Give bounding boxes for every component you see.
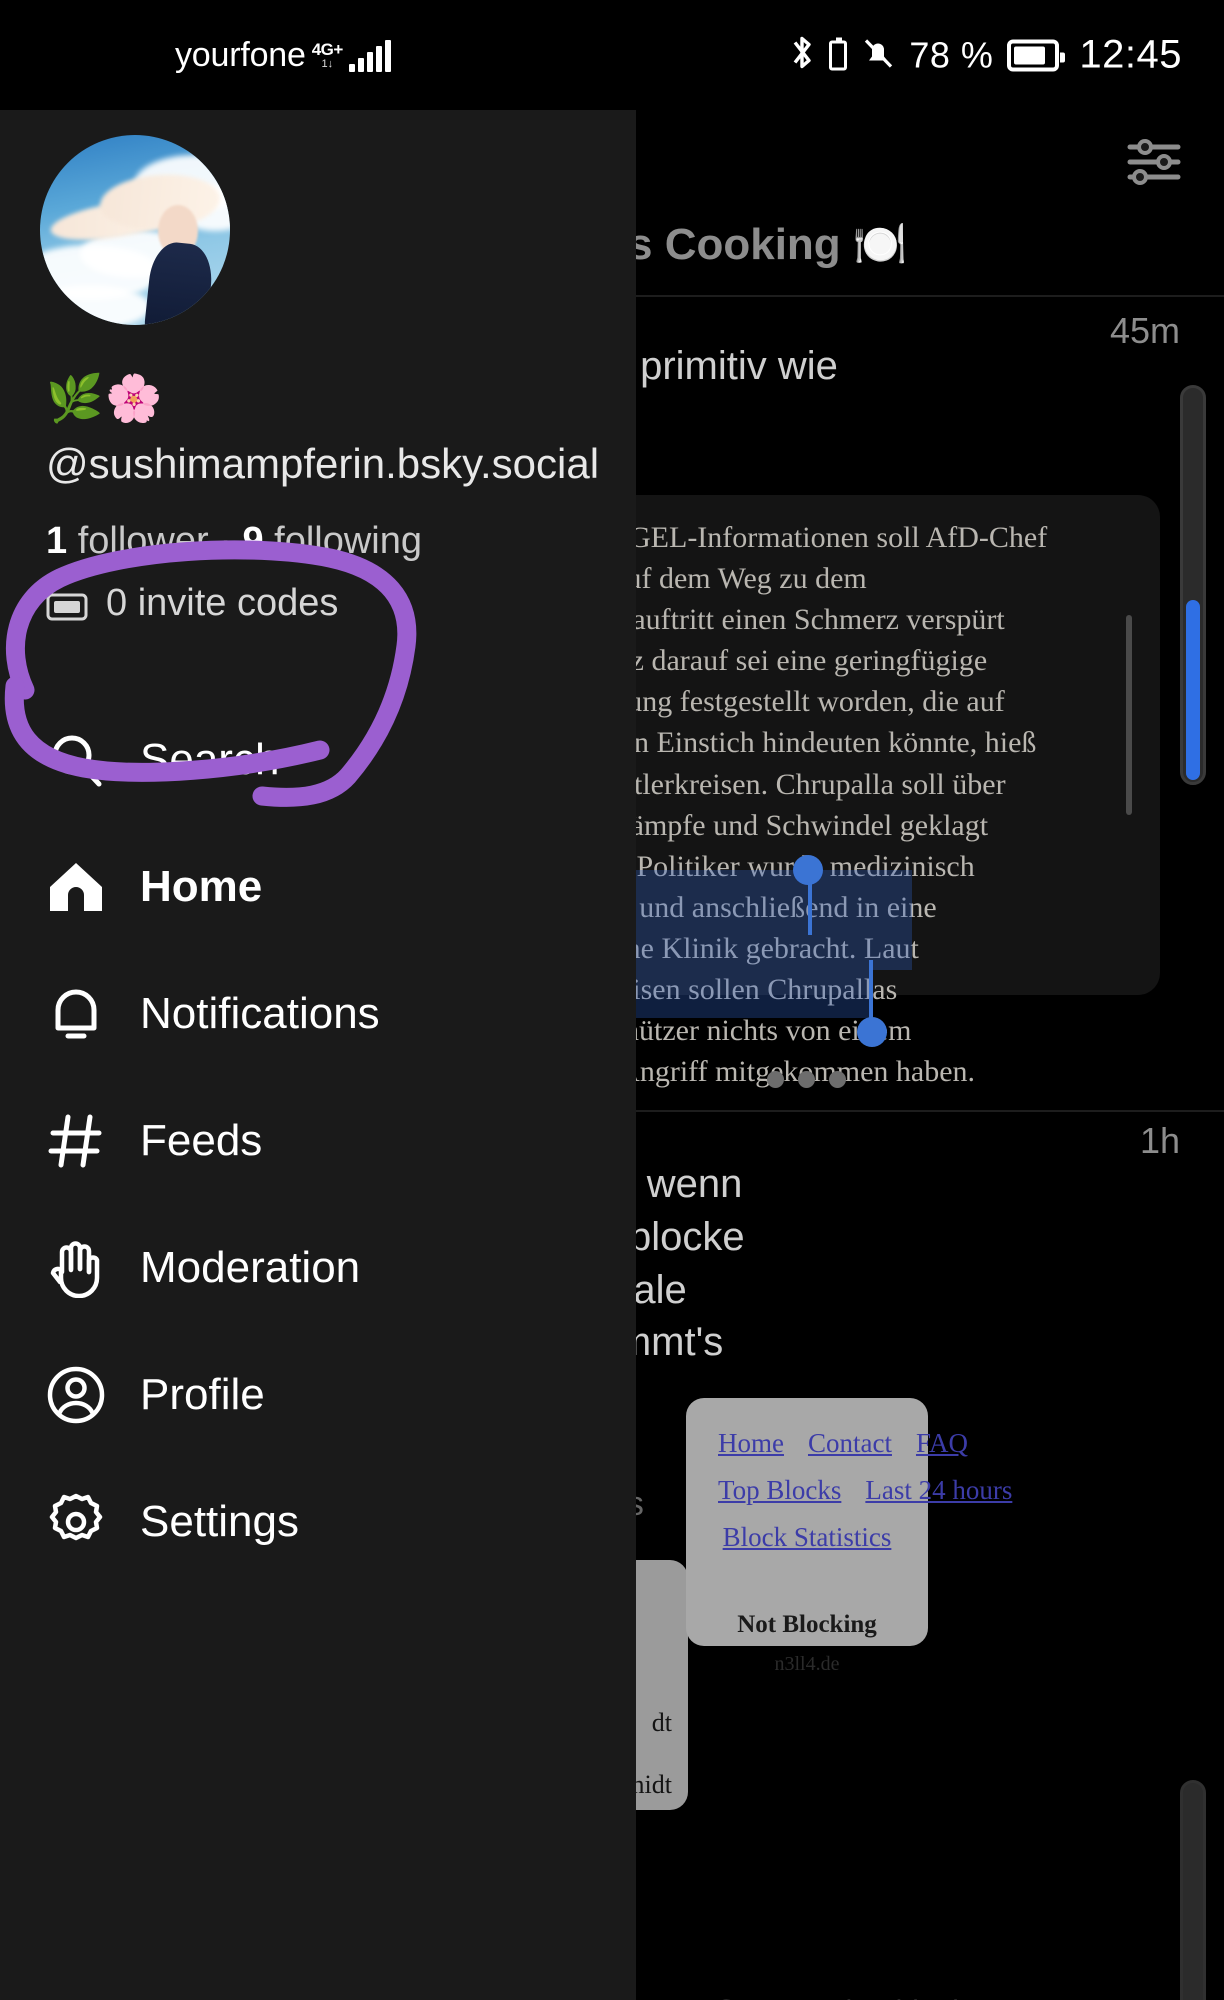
search-icon <box>46 730 106 790</box>
link-contact[interactable]: Contact <box>808 1428 892 1458</box>
quoted-article-card[interactable]: PIEGEL-Informationen soll AfD-Chef la au… <box>560 495 1160 1088</box>
link-last-24-hours[interactable]: Last 24 hours <box>865 1475 1012 1505</box>
follower-following-stats[interactable]: 1 follower · 9 following <box>46 520 422 563</box>
network-sup-label: + <box>333 40 343 59</box>
link-preview-card[interactable]: Home Contact FAQ Top Blocks Last 24 hours B… <box>686 1398 1012 1675</box>
person-circle-icon <box>46 1365 106 1425</box>
link-top-blocks[interactable]: Top Blocks <box>718 1475 841 1505</box>
invite-codes-label: 0 invite codes <box>106 582 339 624</box>
mute-bell-icon <box>861 34 895 77</box>
sidebar-item-feeds[interactable]: Feeds <box>46 1109 262 1173</box>
sidebar-item-label: Home <box>140 862 263 911</box>
link-faq[interactable]: FAQ <box>916 1428 968 1458</box>
link-domain: n3ll4.de <box>774 1653 840 1675</box>
sidebar-item-label: Settings <box>140 1497 299 1546</box>
link-row: Home Contact FAQ <box>706 1428 968 1459</box>
avatar[interactable] <box>40 135 230 325</box>
status-bar-left: yourfone 4G+ 1↓ <box>175 38 391 72</box>
following-label: following <box>274 520 423 562</box>
link-block-statistics[interactable]: Block Statistics <box>723 1522 892 1552</box>
link-row: Top Blocks Last 24 hours <box>706 1475 1012 1506</box>
sliders-icon[interactable] <box>1126 138 1182 186</box>
bell-icon <box>46 984 106 1044</box>
raised-hand-icon <box>46 1238 106 1298</box>
sidebar-item-search[interactable]: Search <box>46 728 279 792</box>
sidebar-item-label: Moderation <box>140 1243 361 1292</box>
page-scrollbar-track[interactable] <box>1180 1780 1206 2000</box>
quoted-author-handle[interactable]: @a.nnaschneider.bst <box>710 1995 992 2000</box>
sidebar-item-notifications[interactable]: Notifications <box>46 982 380 1046</box>
sidebar-item-settings[interactable]: Settings <box>46 1490 299 1554</box>
selection-handle-start[interactable] <box>793 855 823 885</box>
stats-separator: · <box>219 520 232 562</box>
battery-icon <box>1007 39 1066 71</box>
phone-screen: What's Cooking 🍽️ 45m , ähnlich primitiv… <box>0 0 1224 2000</box>
page-scrollbar-thumb[interactable] <box>1186 600 1200 780</box>
user-handle[interactable]: @sushimampferin.bsky.social <box>46 440 599 488</box>
status-bar: yourfone 4G+ 1↓ 78 % 12:45 <box>0 0 1224 110</box>
network-gen-label: 4G <box>311 40 334 59</box>
status-bar-right: 78 % 12:45 <box>789 33 1182 78</box>
following-count: 9 <box>242 520 264 562</box>
navigation-drawer: 🌿🌸 @sushimampferin.bsky.social 1 followe… <box>0 110 636 2000</box>
signal-bars-icon <box>348 40 391 72</box>
followers-count: 1 <box>46 520 68 562</box>
block-status: Not Blocking <box>737 1611 877 1638</box>
carrier-name: yourfone <box>175 36 306 74</box>
home-icon <box>46 857 106 917</box>
post-timestamp: 1h <box>1139 1120 1180 1161</box>
side-fragment: dt <box>651 1708 672 1737</box>
link-row: Block Statistics <box>706 1522 908 1553</box>
more-dots-icon[interactable] <box>766 1070 846 1088</box>
ticket-icon <box>46 589 88 620</box>
sidebar-item-home[interactable]: Home <box>46 855 262 919</box>
hash-icon <box>46 1111 106 1171</box>
link-home[interactable]: Home <box>718 1428 784 1458</box>
battery-percent: 78 % <box>909 34 994 75</box>
gear-icon <box>46 1492 106 1552</box>
post-timestamp: 45m <box>1109 310 1180 351</box>
sidebar-item-moderation[interactable]: Moderation <box>46 1236 360 1300</box>
sidebar-item-label: Search <box>140 735 280 784</box>
invite-codes[interactable]: 0 invite codes <box>46 582 338 625</box>
network-type: 4G+ 1↓ <box>311 40 344 70</box>
display-name: 🌿🌸 <box>46 372 165 424</box>
sidebar-item-label: Profile <box>140 1370 265 1419</box>
selection-handle-end[interactable] <box>857 1017 887 1047</box>
network-speed-label: 1↓ <box>321 58 334 70</box>
sidebar-item-label: Notifications <box>140 989 380 1038</box>
selection-caret-end <box>869 960 873 1022</box>
clock: 12:45 <box>1079 32 1182 77</box>
sidebar-item-profile[interactable]: Profile <box>46 1363 265 1427</box>
bluetooth-icon <box>789 33 815 78</box>
sidebar-item-label: Feeds <box>140 1116 263 1165</box>
followers-label: follower <box>77 520 209 562</box>
quoted-article-text: PIEGEL-Informationen soll AfD-Chef la au… <box>584 521 1048 1089</box>
battery-small-icon <box>829 37 848 70</box>
card-scrollbar[interactable] <box>1126 615 1132 815</box>
